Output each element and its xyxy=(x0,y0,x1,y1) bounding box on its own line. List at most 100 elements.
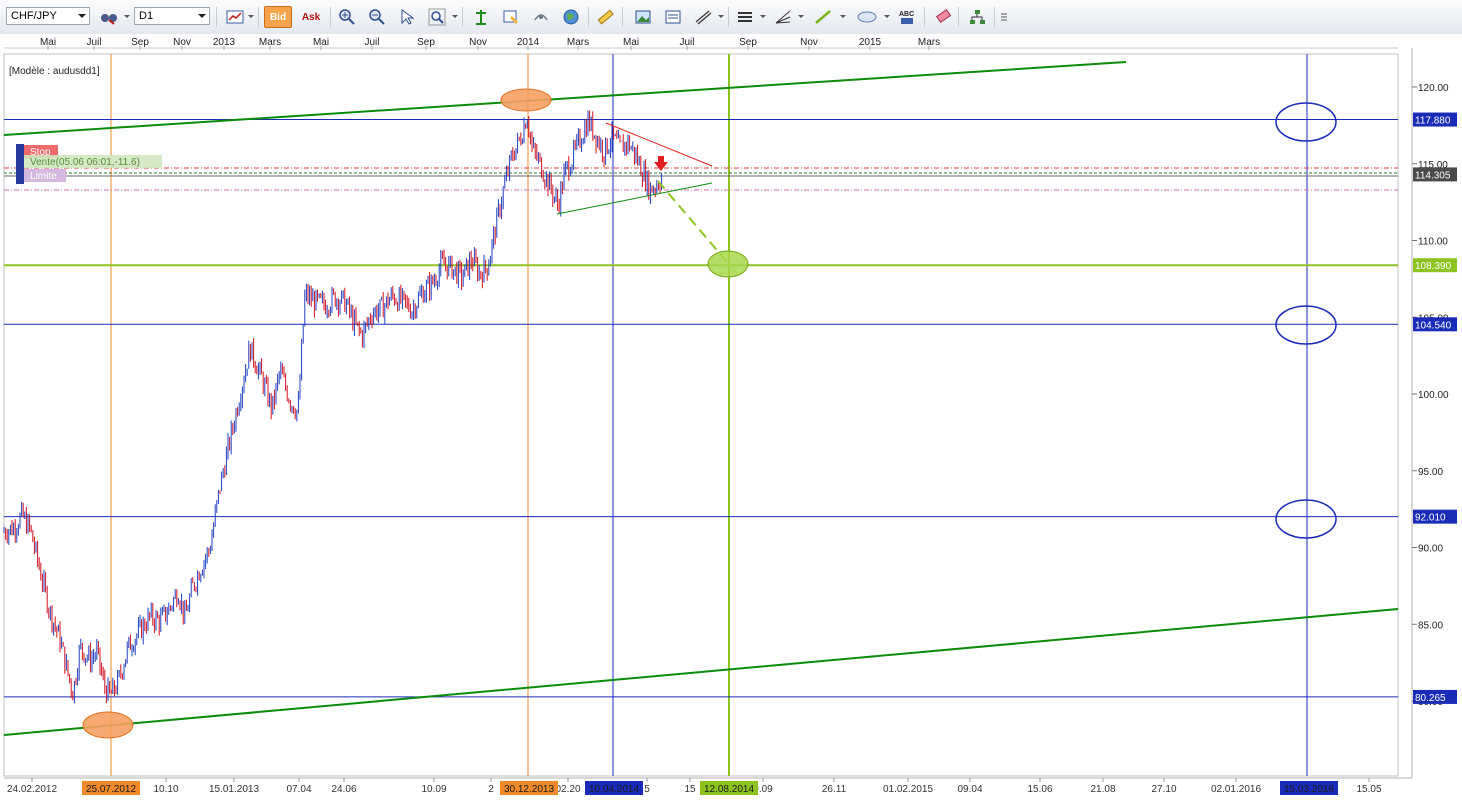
price-axis-label: 100.00 xyxy=(1418,390,1449,401)
price-tag-label: 104.540 xyxy=(1415,320,1452,331)
studies-button[interactable] xyxy=(530,6,552,28)
text-button[interactable]: ABC xyxy=(896,6,918,28)
toolbar-separator xyxy=(330,7,331,27)
bottom-axis-label: 24.06 xyxy=(331,784,356,795)
globe-button[interactable] xyxy=(560,6,582,28)
top-axis-label: Juil xyxy=(679,37,694,48)
top-axis-label: Mars xyxy=(567,37,589,48)
price-tag-label: 117.880 xyxy=(1415,116,1451,127)
top-axis-label: Sep xyxy=(417,37,435,48)
image-button[interactable] xyxy=(632,6,654,28)
indicator-button[interactable] xyxy=(470,6,492,28)
cursor-button[interactable] xyxy=(396,6,418,28)
bottom-axis-label: 09.04 xyxy=(957,784,982,795)
bottom-axis-label: 10.10 xyxy=(153,784,178,795)
model-label: [Modèle : audusdd1] xyxy=(9,66,100,77)
ellipse-icon xyxy=(857,11,877,23)
hierarchy-button[interactable] xyxy=(966,6,988,28)
price-axis-label: 110.00 xyxy=(1418,237,1448,248)
chevron-down-icon xyxy=(78,14,86,18)
fibonacci-button[interactable] xyxy=(772,6,794,28)
price-chart[interactable]: Mai Juil Sep Nov 2013 Mars Mai Juil Sep Nov 2014 Ma… xyxy=(0,34,1462,800)
target-ellipse-marker[interactable] xyxy=(707,250,749,278)
top-axis-label: Nov xyxy=(469,37,487,48)
price-axis-label: 95.00 xyxy=(1418,467,1443,478)
toolbar-separator xyxy=(924,7,925,27)
text-abc-icon: ABC xyxy=(899,11,914,24)
toolbar-separator xyxy=(216,7,217,27)
cursor-icon xyxy=(401,9,415,25)
top-axis-label: Sep xyxy=(739,37,757,48)
timeframe-select[interactable]: D1 xyxy=(134,7,210,25)
zoom-out-button[interactable] xyxy=(366,6,388,28)
bottom-axis-label: 02.01.2016 xyxy=(1211,784,1261,795)
chevron-down-icon[interactable] xyxy=(248,15,254,18)
toolbar-separator xyxy=(258,7,259,27)
overflow-icon xyxy=(1001,13,1007,21)
price-tag-label: 114.305 xyxy=(1415,170,1451,181)
chevron-down-icon[interactable] xyxy=(884,15,890,18)
price-tag-label: 108.390 xyxy=(1415,261,1452,272)
date-tag-label: 10.04.2014 xyxy=(589,784,639,795)
chevron-down-icon[interactable] xyxy=(798,15,804,18)
toolbar-separator xyxy=(994,7,995,27)
snapshot-button[interactable] xyxy=(662,6,684,28)
symbol-select[interactable]: CHF/JPY xyxy=(6,7,90,25)
ask-button[interactable]: Ask xyxy=(298,6,324,28)
binoculars-icon xyxy=(101,14,117,25)
top-axis-label: Juil xyxy=(86,37,101,48)
ellipse-button[interactable] xyxy=(854,6,880,28)
drawing-icon xyxy=(695,10,712,25)
magnifier-button[interactable] xyxy=(426,6,448,28)
svg-text:ABC: ABC xyxy=(899,11,914,18)
date-tag-label: 25.07.2012 xyxy=(86,784,136,795)
toolbar-overflow-button[interactable] xyxy=(998,6,1010,28)
trendline-button[interactable] xyxy=(812,6,834,28)
chart-type-button[interactable] xyxy=(224,6,246,28)
price-axis-label: 120.00 xyxy=(1418,83,1449,94)
template-button[interactable] xyxy=(500,6,522,28)
eraser-icon xyxy=(935,9,952,24)
chevron-down-icon[interactable] xyxy=(840,15,846,18)
symbol-value: CHF/JPY xyxy=(11,10,57,22)
bottom-axis-label: 07.04 xyxy=(286,784,311,795)
drawing-button[interactable] xyxy=(692,6,714,28)
zoom-in-button[interactable] xyxy=(336,6,358,28)
top-ellipse-marker[interactable] xyxy=(500,88,552,112)
price-axis-label: 90.00 xyxy=(1418,544,1443,555)
date-tag-label: 12.08.2014 xyxy=(704,784,754,795)
top-axis-label: Nov xyxy=(800,37,818,48)
trendline-icon xyxy=(815,10,831,24)
chevron-down-icon[interactable] xyxy=(760,15,766,18)
magnifier-icon xyxy=(428,8,446,26)
date-tag-label: 15.03.2016 xyxy=(1284,784,1334,795)
price-tag-label: 80.265 xyxy=(1415,693,1446,704)
top-axis-label: Mai xyxy=(313,37,329,48)
bottom-ellipse-marker[interactable] xyxy=(82,711,134,739)
ruler-icon xyxy=(597,9,614,25)
globe-icon xyxy=(563,9,579,25)
price-axis-label: 85.00 xyxy=(1418,620,1443,631)
top-axis-label: 2015 xyxy=(859,37,882,48)
chart-settings-button[interactable] xyxy=(98,6,120,28)
bid-button[interactable]: Bid xyxy=(264,6,292,28)
chevron-down-icon[interactable] xyxy=(718,15,724,18)
timeframe-value: D1 xyxy=(139,10,154,22)
lines-button[interactable] xyxy=(734,6,756,28)
bottom-axis-label: 5 xyxy=(644,784,650,795)
top-axis-label: Juil xyxy=(364,37,379,48)
sell-order-label: Vente(05.06 06:01,-11.6) xyxy=(30,157,140,168)
eraser-button[interactable] xyxy=(932,6,954,28)
fibonacci-icon xyxy=(775,10,791,24)
bottom-axis-label: 02.20 xyxy=(555,784,580,795)
chevron-down-icon[interactable] xyxy=(452,15,458,18)
chevron-down-icon[interactable] xyxy=(124,15,130,18)
bottom-axis-label: 15 xyxy=(684,784,696,795)
top-axis-label: Mars xyxy=(259,37,281,48)
price-tag-label: 92.010 xyxy=(1415,513,1446,524)
bottom-axis-label: 26.11 xyxy=(822,784,847,795)
zoom-out-icon xyxy=(369,9,385,25)
image-icon xyxy=(635,10,651,24)
chart-background xyxy=(0,34,1462,800)
ruler-button[interactable] xyxy=(594,6,616,28)
